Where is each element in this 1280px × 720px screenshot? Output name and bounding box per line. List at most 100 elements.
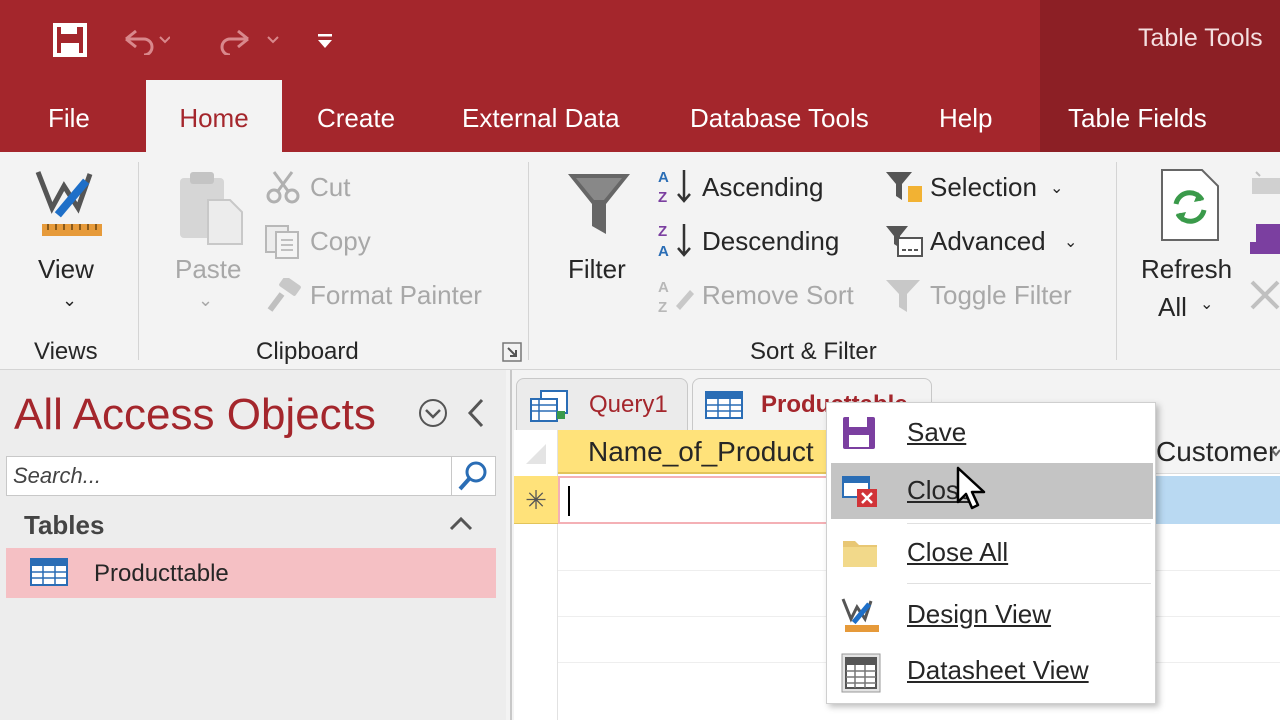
advanced-dropdown-icon[interactable]: ⌄: [1064, 232, 1077, 252]
refresh-dropdown-icon[interactable]: ⌄: [1200, 294, 1213, 314]
paste-dropdown-icon[interactable]: ⌄: [198, 290, 213, 311]
query-icon: [529, 389, 569, 428]
tab-home[interactable]: Home: [146, 80, 282, 152]
collapse-pane-icon[interactable]: [464, 396, 488, 435]
search-icon: [458, 461, 487, 491]
advanced-button[interactable]: Advanced: [930, 226, 1046, 257]
chevron-up-icon[interactable]: [448, 514, 474, 539]
format-painter-icon: [266, 276, 302, 319]
design-view-icon: [34, 168, 106, 247]
column-header-name-of-product[interactable]: Name_of_Product: [558, 430, 832, 474]
menu-separator: [907, 583, 1151, 584]
cut-button[interactable]: Cut: [310, 172, 350, 203]
group-divider: [1116, 162, 1117, 360]
svg-text:Z: Z: [658, 223, 667, 240]
cut-icon: [266, 170, 300, 209]
sort-ascending-button[interactable]: Ascending: [702, 172, 823, 203]
svg-text:A: A: [658, 169, 669, 186]
tab-table-fields[interactable]: Table Fields: [1068, 80, 1207, 152]
selection-button[interactable]: Selection: [930, 172, 1037, 203]
copy-icon: [264, 224, 302, 265]
undo-icon[interactable]: [120, 18, 170, 62]
menu-item-save[interactable]: Save: [831, 405, 1153, 461]
sort-descending-button[interactable]: Descending: [702, 226, 839, 257]
datasheet-view-icon: [841, 653, 881, 693]
view-dropdown-icon[interactable]: ⌄: [62, 290, 77, 311]
remove-sort-button[interactable]: Remove Sort: [702, 280, 854, 311]
tab-create[interactable]: Create: [317, 80, 395, 152]
select-all-corner[interactable]: [524, 442, 548, 471]
new-record-icon: [1250, 168, 1280, 203]
svg-text:A: A: [658, 279, 669, 296]
svg-text:A: A: [658, 243, 669, 260]
navigation-pane: All Access Objects Search... Tables Prod…: [0, 370, 506, 720]
view-button[interactable]: View: [38, 254, 94, 285]
text-caret: [568, 486, 570, 516]
menu-item-design-view[interactable]: Design View: [831, 587, 1153, 643]
filter-icon: [566, 170, 632, 243]
group-divider: [528, 162, 529, 360]
sort-descending-icon: ZA: [656, 220, 696, 265]
group-label-sort-filter: Sort & Filter: [750, 338, 877, 365]
menu-item-label: Close All: [907, 537, 1009, 567]
toggle-filter-button[interactable]: Toggle Filter: [930, 280, 1072, 311]
menu-item-close-all[interactable]: Close All: [831, 525, 1153, 581]
tab-file[interactable]: File: [48, 80, 108, 152]
menu-item-label: Design View: [907, 599, 1052, 629]
copy-button[interactable]: Copy: [310, 226, 371, 257]
group-label-views: Views: [34, 338, 98, 365]
nav-item-label: Producttable: [94, 560, 229, 587]
nav-item-producttable[interactable]: Producttable: [6, 548, 496, 598]
paste-button[interactable]: Paste: [175, 254, 242, 285]
selection-dropdown-icon[interactable]: ⌄: [1050, 178, 1063, 198]
search-placeholder: Search...: [13, 463, 102, 488]
contextual-tab-title: Table Tools: [1138, 24, 1263, 52]
save-icon[interactable]: [48, 18, 92, 62]
paste-icon: [178, 170, 244, 251]
selection-filter-icon: [884, 168, 924, 211]
nav-pane-title[interactable]: All Access Objects: [14, 390, 376, 440]
new-record-selector[interactable]: ✳: [514, 476, 558, 524]
folder-icon: [841, 535, 877, 571]
toggle-filter-icon: [884, 276, 924, 319]
menu-item-label: Save: [907, 417, 967, 447]
search-button[interactable]: [452, 456, 496, 496]
menu-item-label: Datasheet View: [907, 655, 1089, 685]
svg-text:Z: Z: [658, 189, 667, 206]
menu-separator: [907, 523, 1151, 524]
new-record-cell-customer[interactable]: [1154, 476, 1280, 524]
tab-help[interactable]: Help: [939, 80, 992, 152]
tab-external-data[interactable]: External Data: [462, 80, 620, 152]
save-record-icon: [1250, 222, 1280, 261]
refresh-all-button-line2[interactable]: All: [1158, 292, 1187, 323]
new-record-cell-name[interactable]: [558, 476, 828, 524]
group-divider: [138, 162, 139, 360]
customize-qat-icon[interactable]: [312, 18, 338, 62]
refresh-all-button[interactable]: Refresh: [1141, 254, 1232, 285]
ribbon: View ⌄ Views Paste ⌄ Cut Copy Format Pai…: [0, 152, 1280, 370]
save-icon: [841, 415, 877, 451]
menu-item-datasheet-view[interactable]: Datasheet View: [831, 643, 1153, 699]
chevron-down-circle-icon[interactable]: [418, 398, 448, 433]
column-dropdown-icon[interactable]: [1270, 444, 1280, 465]
dialog-launcher-icon[interactable]: [502, 342, 522, 367]
table-icon: [705, 391, 743, 424]
sort-ascending-icon: AZ: [656, 166, 696, 211]
search-input[interactable]: Search...: [6, 456, 452, 496]
mouse-pointer-icon: [956, 466, 988, 519]
format-painter-button[interactable]: Format Painter: [310, 280, 482, 311]
svg-text:Z: Z: [658, 299, 667, 316]
filter-button[interactable]: Filter: [568, 254, 626, 285]
redo-icon[interactable]: [212, 18, 282, 62]
tab-database-tools[interactable]: Database Tools: [690, 80, 869, 152]
tab-query1[interactable]: Query1: [516, 378, 688, 430]
table-icon: [30, 558, 68, 591]
menu-item-close[interactable]: Close: [831, 463, 1153, 519]
record-selector-column: [514, 430, 558, 720]
section-header-tables[interactable]: Tables: [24, 510, 104, 541]
tab-context-menu: Save Close Close All Design View Datashe…: [826, 402, 1156, 704]
advanced-filter-icon: [884, 222, 924, 265]
remove-sort-icon: AZ: [656, 276, 696, 321]
doc-tab-label: Query1: [589, 391, 668, 418]
group-label-clipboard: Clipboard: [256, 338, 359, 365]
